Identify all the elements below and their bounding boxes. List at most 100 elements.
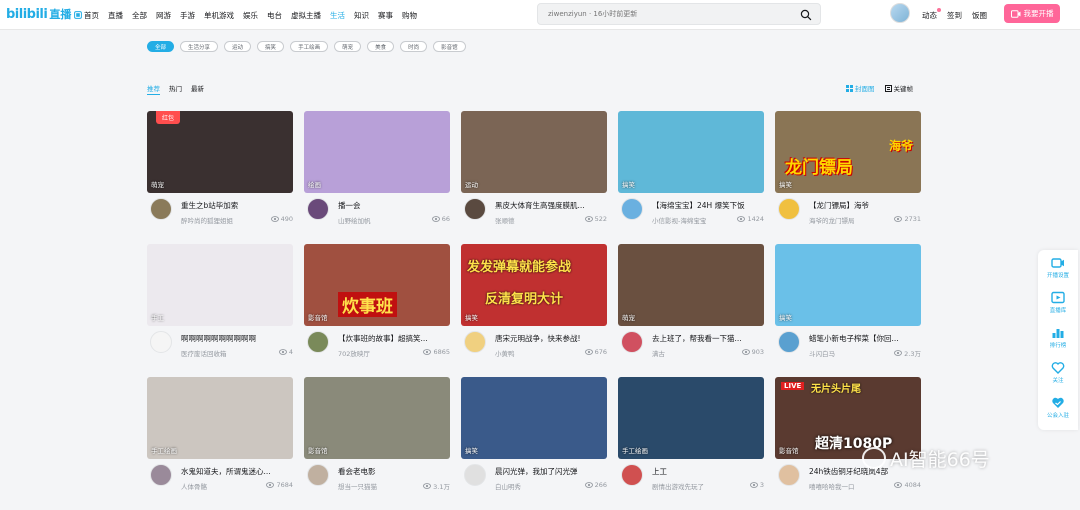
streamer-avatar[interactable]: [307, 198, 329, 220]
nav-item-12[interactable]: 购物: [402, 10, 417, 21]
room-title[interactable]: 看会老电影: [338, 466, 450, 477]
streamer-avatar[interactable]: [307, 331, 329, 353]
side-tool-3[interactable]: 关注: [1038, 355, 1078, 390]
nav-item-3[interactable]: 网游: [156, 10, 171, 21]
top-link-1[interactable]: 签到: [947, 10, 962, 21]
nav-item-4[interactable]: 手游: [180, 10, 195, 21]
room-cover[interactable]: 发发弹幕就能参战 反清复明大计 搞笑: [461, 244, 607, 326]
room-cover[interactable]: 影音馆: [304, 377, 450, 459]
room-cover[interactable]: 红包 萌宠: [147, 111, 293, 193]
tag-4[interactable]: 手工绘画: [290, 41, 329, 52]
streamer-avatar[interactable]: [150, 464, 172, 486]
room-cover[interactable]: 搞笑: [775, 244, 921, 326]
side-tool-0[interactable]: 开播设置: [1038, 250, 1078, 285]
streamer-name[interactable]: 白山明秀: [495, 481, 575, 491]
room-cover[interactable]: 搞笑: [461, 377, 607, 459]
nav-item-7[interactable]: 电台: [267, 10, 282, 21]
tag-0[interactable]: 全部: [147, 41, 175, 52]
streamer-name[interactable]: 想当一只猫猫: [338, 481, 418, 491]
live-room-card[interactable]: 搞笑 蜡笔小新电子榨菜【你回... 斗闪白马 2.3万: [775, 244, 921, 377]
live-room-card[interactable]: 手工绘画 上工 剧情出游戏先玩了 3: [618, 377, 764, 510]
nav-item-11[interactable]: 赛事: [378, 10, 393, 21]
room-title[interactable]: 重生之b站毕加索: [181, 200, 293, 211]
search-input[interactable]: [548, 10, 788, 18]
room-cover[interactable]: 搞笑: [618, 111, 764, 193]
streamer-name[interactable]: 医疗废话回收箱: [181, 348, 261, 358]
room-title[interactable]: 【海绵宝宝】24H 爆笑下饭: [652, 200, 764, 211]
room-title[interactable]: 啊啊啊啊啊啊啊啊啊啊: [181, 333, 293, 344]
nav-item-5[interactable]: 单机游戏: [204, 10, 234, 21]
room-title[interactable]: 黑皮大体育生高强度膜肌...: [495, 200, 607, 211]
room-title[interactable]: 去上班了，帮我看一下猫...: [652, 333, 764, 344]
tag-3[interactable]: 搞笑: [257, 41, 285, 52]
live-room-card[interactable]: 运动 黑皮大体育生高强度膜肌... 张顺德 522: [461, 111, 607, 244]
nav-item-9[interactable]: 生活: [330, 10, 345, 21]
side-tool-4[interactable]: 公会入驻: [1038, 390, 1078, 425]
room-title[interactable]: 播一会: [338, 200, 450, 211]
streamer-avatar[interactable]: [464, 198, 486, 220]
streamer-avatar[interactable]: [307, 464, 329, 486]
streamer-avatar[interactable]: [150, 198, 172, 220]
streamer-name[interactable]: 满古: [652, 348, 732, 358]
sort-tab-1[interactable]: 热门: [169, 83, 182, 95]
live-room-card[interactable]: 发发弹幕就能参战 反清复明大计 搞笑 唐宋元明战争，快来参战! 小黄鸭 676: [461, 244, 607, 377]
room-cover[interactable]: 炊事班 影音馆: [304, 244, 450, 326]
tag-7[interactable]: 时尚: [400, 41, 428, 52]
streamer-name[interactable]: 嘻嘻哈哈我一口: [809, 481, 889, 491]
room-title[interactable]: 【炊事班的故事】超搞笑...: [338, 333, 450, 344]
room-cover[interactable]: 手工: [147, 244, 293, 326]
streamer-name[interactable]: 702放映厅: [338, 348, 418, 358]
streamer-avatar[interactable]: [464, 464, 486, 486]
go-live-button[interactable]: 我要开播: [1004, 4, 1060, 23]
streamer-avatar[interactable]: [621, 464, 643, 486]
room-cover[interactable]: 龙门镖局 海爷 搞笑: [775, 111, 921, 193]
room-title[interactable]: 晨闪光弹，我加了闪光弹: [495, 466, 607, 477]
live-room-card[interactable]: 手工 啊啊啊啊啊啊啊啊啊啊 医疗废话回收箱 4: [147, 244, 293, 377]
view-option-0[interactable]: 封面图: [846, 83, 875, 93]
top-link-0[interactable]: 动态: [922, 7, 941, 21]
tag-6[interactable]: 美食: [367, 41, 395, 52]
streamer-name[interactable]: 小信影视-海绵宝宝: [652, 215, 732, 225]
nav-item-2[interactable]: 全部: [132, 10, 147, 21]
room-cover[interactable]: 手工绘画: [147, 377, 293, 459]
side-tool-1[interactable]: 直播库: [1038, 285, 1078, 320]
room-title[interactable]: 【龙门镖局】海爷: [809, 200, 921, 211]
live-room-card[interactable]: 炊事班 影音馆 【炊事班的故事】超搞笑... 702放映厅 6865: [304, 244, 450, 377]
room-cover[interactable]: 手工绘画: [618, 377, 764, 459]
streamer-avatar[interactable]: [621, 331, 643, 353]
search-icon[interactable]: [800, 9, 812, 21]
bilibili-live-logo[interactable]: bilibili 直播: [6, 6, 71, 22]
streamer-avatar[interactable]: [150, 331, 172, 353]
live-room-card[interactable]: 影音馆 看会老电影 想当一只猫猫 3.1万: [304, 377, 450, 510]
streamer-name[interactable]: 剧情出游戏先玩了: [652, 481, 732, 491]
streamer-name[interactable]: 小黄鸭: [495, 348, 575, 358]
streamer-avatar[interactable]: [621, 198, 643, 220]
nav-item-0[interactable]: 首页: [74, 10, 99, 21]
live-room-card[interactable]: 萌宠 去上班了，帮我看一下猫... 满古 903: [618, 244, 764, 377]
room-title[interactable]: 上工: [652, 466, 764, 477]
room-title[interactable]: 唐宋元明战争，快来参战!: [495, 333, 607, 344]
streamer-avatar[interactable]: [778, 464, 800, 486]
streamer-name[interactable]: 醉吟尚的狐狸姐姐: [181, 215, 261, 225]
streamer-name[interactable]: 斗闪白马: [809, 348, 889, 358]
sort-tab-0[interactable]: 推荐: [147, 83, 160, 95]
live-room-card[interactable]: 手工绘画 水鬼知道夫，所谓鬼迷心... 人体骨骼 7684: [147, 377, 293, 510]
streamer-name[interactable]: 张顺德: [495, 215, 575, 225]
live-room-card[interactable]: 绘画 播一会 山野绘加帆 66: [304, 111, 450, 244]
side-tool-2[interactable]: 排行榜: [1038, 320, 1078, 355]
view-option-1[interactable]: 关键帧: [884, 83, 913, 93]
streamer-avatar[interactable]: [778, 198, 800, 220]
top-link-2[interactable]: 饭圈: [972, 10, 987, 21]
room-cover[interactable]: 运动: [461, 111, 607, 193]
tag-2[interactable]: 运动: [224, 41, 252, 52]
tag-5[interactable]: 萌宠: [334, 41, 362, 52]
user-avatar[interactable]: [890, 3, 910, 23]
nav-item-8[interactable]: 虚拟主播: [291, 10, 321, 21]
nav-item-10[interactable]: 知识: [354, 10, 369, 21]
live-room-card[interactable]: 搞笑 【海绵宝宝】24H 爆笑下饭 小信影视-海绵宝宝 1424: [618, 111, 764, 244]
streamer-avatar[interactable]: [778, 331, 800, 353]
live-room-card[interactable]: 红包 萌宠 重生之b站毕加索 醉吟尚的狐狸姐姐 490: [147, 111, 293, 244]
room-title[interactable]: 蜡笔小新电子榨菜【你回...: [809, 333, 921, 344]
streamer-name[interactable]: 海爷的龙门镖局: [809, 215, 889, 225]
live-room-card[interactable]: 搞笑 晨闪光弹，我加了闪光弹 白山明秀 266: [461, 377, 607, 510]
